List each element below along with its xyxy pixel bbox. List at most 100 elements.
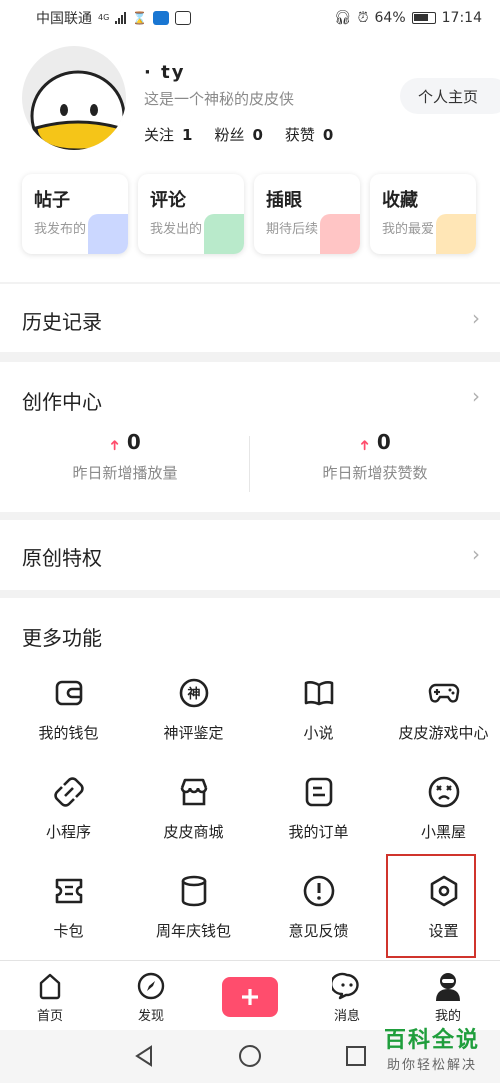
shen-review-item[interactable]: 神 神评鉴定 xyxy=(131,676,256,743)
quick-cards: 帖子 我发布的 评论 我发出的 插眼 期待后续 收藏 我的最爱 xyxy=(22,174,476,254)
tab-discover[interactable]: 发现 xyxy=(111,971,191,1024)
metric-label: 昨日新增获赞数 xyxy=(322,464,428,482)
card-comments[interactable]: 评论 我发出的 xyxy=(138,174,244,254)
stat-label: 获赞 xyxy=(284,126,315,144)
item-label: 皮皮游戏中心 xyxy=(398,724,489,742)
tab-label: 首页 xyxy=(36,1009,63,1024)
card-pack-icon xyxy=(55,878,82,904)
item-label: 小黑屋 xyxy=(420,823,466,841)
wallet-icon xyxy=(55,680,82,706)
metric-likes: ➜ 0 昨日新增获赞数 xyxy=(250,430,500,483)
card-title: 插眼 xyxy=(266,190,302,211)
chevron-right-icon[interactable]: › xyxy=(472,384,480,408)
settings-highlight-box xyxy=(386,854,476,958)
home-icon xyxy=(39,973,61,1000)
history-title: 历史记录 xyxy=(22,310,102,334)
plus-icon xyxy=(242,989,258,1005)
dizzy-face-icon xyxy=(428,776,459,808)
star-icon xyxy=(436,214,476,254)
arrow-up-icon: ➜ xyxy=(107,439,124,451)
orders-item[interactable]: 我的订单 xyxy=(256,775,381,842)
posts-icon xyxy=(88,214,128,254)
stat-label: 关注 xyxy=(144,126,175,144)
metric-plays: ➜ 0 昨日新增播放量 xyxy=(0,430,250,483)
item-label: 皮皮商城 xyxy=(163,823,224,841)
shop-icon xyxy=(180,778,207,806)
blackroom-item[interactable]: 小黑屋 xyxy=(381,775,500,842)
bio: 这是一个神秘的皮皮侠 xyxy=(144,90,295,108)
stat-fans[interactable]: 粉丝 0 xyxy=(214,124,262,145)
item-label: 我的钱包 xyxy=(38,724,99,742)
username: · ty xyxy=(144,62,186,83)
stat-value: 0 xyxy=(252,126,263,144)
original-title: 原创特权 xyxy=(22,546,102,570)
card-title: 评论 xyxy=(150,190,186,211)
stat-likes[interactable]: 获赞 0 xyxy=(285,124,333,145)
feedback-icon xyxy=(303,875,334,907)
tab-label: 发现 xyxy=(137,1009,164,1024)
back-icon[interactable] xyxy=(132,1044,156,1068)
order-icon xyxy=(305,777,332,807)
mini-program-item[interactable]: 小程序 xyxy=(6,775,131,842)
stat-following[interactable]: 关注 1 xyxy=(144,124,192,145)
novel-item[interactable]: 小说 xyxy=(256,676,381,743)
recent-apps-icon[interactable] xyxy=(344,1044,368,1068)
card-pack-item[interactable]: 卡包 xyxy=(6,874,131,941)
history-row[interactable]: 历史记录 › xyxy=(0,284,500,352)
app-notification-icon-2 xyxy=(175,11,192,25)
item-label: 周年庆钱包 xyxy=(155,922,231,940)
watermark: 百科全说 助你轻松解决 xyxy=(372,1022,492,1073)
status-bar: 中国联通 4G ⌛ 🎧︎ ⏰︎ 64% 17:14 xyxy=(0,0,500,36)
metric-value: 0 xyxy=(126,430,141,454)
feedback-item[interactable]: 意见反馈 xyxy=(256,874,381,941)
headphone-icon: 🎧︎ xyxy=(333,10,352,26)
profile-icon xyxy=(436,973,460,1001)
creation-title[interactable]: 创作中心 xyxy=(22,386,102,415)
item-label: 小说 xyxy=(303,724,334,742)
card-title: 帖子 xyxy=(34,190,70,211)
more-title: 更多功能 xyxy=(22,626,102,650)
anniversary-wallet-item[interactable]: 周年庆钱包 xyxy=(131,874,256,941)
battery-icon xyxy=(411,12,436,24)
compass-icon xyxy=(137,972,165,1000)
tab-me[interactable]: 我的 xyxy=(408,971,488,1024)
game-center-item[interactable]: 皮皮游戏中心 xyxy=(381,676,500,743)
pipi-shop-item[interactable]: 皮皮商城 xyxy=(131,775,256,842)
item-label: 神评鉴定 xyxy=(163,724,224,742)
network-label: 4G xyxy=(98,13,110,22)
personal-homepage-button[interactable]: 个人主页 xyxy=(400,78,500,114)
chevron-right-icon: › xyxy=(472,306,480,330)
avatar[interactable] xyxy=(22,46,126,150)
watermark-title: 百科全说 xyxy=(383,1028,480,1053)
watermark-subtitle: 助你轻松解决 xyxy=(386,1058,477,1073)
book-icon xyxy=(304,681,333,706)
hourglass-icon: ⌛ xyxy=(132,11,148,25)
stat-value: 1 xyxy=(182,126,193,144)
tab-home[interactable]: 首页 xyxy=(10,971,90,1024)
arrow-up-icon: ➜ xyxy=(357,439,374,451)
eye-icon xyxy=(320,214,360,254)
card-posts[interactable]: 帖子 我发布的 xyxy=(22,174,128,254)
battery-percent: 64% xyxy=(374,10,406,26)
stats: 关注 1 粉丝 0 获赞 0 xyxy=(144,124,333,145)
home-nav-icon[interactable] xyxy=(238,1044,262,1068)
profile-section: · ty 这是一个神秘的皮皮侠 关注 1 粉丝 0 获赞 0 个人主页 帖子 我发布的… xyxy=(0,36,500,282)
card-bookmark-eye[interactable]: 插眼 期待后续 xyxy=(254,174,360,254)
chevron-right-icon: › xyxy=(472,542,480,566)
signal-icon xyxy=(115,12,127,24)
tab-messages[interactable]: 消息 xyxy=(307,971,387,1024)
original-privilege-row[interactable]: 原创特权 › xyxy=(0,520,500,590)
alarm-icon: ⏰︎ xyxy=(357,10,369,26)
publish-button[interactable] xyxy=(222,977,278,1017)
stat-value: 0 xyxy=(322,126,334,144)
wallet-item[interactable]: 我的钱包 xyxy=(6,676,131,743)
card-favorites[interactable]: 收藏 我的最爱 xyxy=(370,174,476,254)
item-label: 我的订单 xyxy=(288,823,349,841)
comments-icon xyxy=(204,214,244,254)
stat-label: 粉丝 xyxy=(214,126,245,144)
link-icon xyxy=(53,777,84,807)
item-label: 小程序 xyxy=(45,823,91,841)
message-icon xyxy=(332,972,359,1000)
item-label: 卡包 xyxy=(53,922,84,940)
gamepad-icon xyxy=(428,683,459,703)
